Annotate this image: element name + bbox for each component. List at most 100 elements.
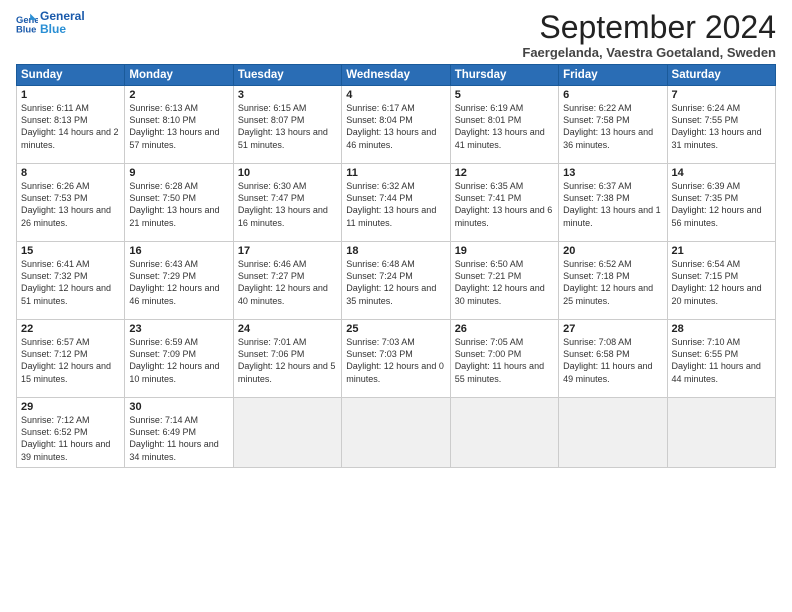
logo-line2: Blue — [40, 23, 85, 36]
table-cell: 26Sunrise: 7:05 AMSunset: 7:00 PMDayligh… — [450, 320, 558, 398]
day-detail: Sunrise: 7:01 AMSunset: 7:06 PMDaylight:… — [238, 336, 337, 385]
day-detail: Sunrise: 6:46 AMSunset: 7:27 PMDaylight:… — [238, 258, 337, 307]
table-cell: 14Sunrise: 6:39 AMSunset: 7:35 PMDayligh… — [667, 164, 775, 242]
day-number: 12 — [455, 167, 554, 179]
table-cell: 25Sunrise: 7:03 AMSunset: 7:03 PMDayligh… — [342, 320, 450, 398]
day-number: 2 — [129, 89, 228, 101]
day-detail: Sunrise: 6:17 AMSunset: 8:04 PMDaylight:… — [346, 102, 445, 151]
col-thu: Thursday — [450, 65, 558, 86]
table-cell: 20Sunrise: 6:52 AMSunset: 7:18 PMDayligh… — [559, 242, 667, 320]
table-cell: 4Sunrise: 6:17 AMSunset: 8:04 PMDaylight… — [342, 86, 450, 164]
table-cell: 11Sunrise: 6:32 AMSunset: 7:44 PMDayligh… — [342, 164, 450, 242]
table-cell — [342, 398, 450, 468]
table-cell: 22Sunrise: 6:57 AMSunset: 7:12 PMDayligh… — [17, 320, 125, 398]
day-detail: Sunrise: 6:41 AMSunset: 7:32 PMDaylight:… — [21, 258, 120, 307]
day-detail: Sunrise: 6:54 AMSunset: 7:15 PMDaylight:… — [672, 258, 771, 307]
day-number: 11 — [346, 167, 445, 179]
day-number: 14 — [672, 167, 771, 179]
day-detail: Sunrise: 6:13 AMSunset: 8:10 PMDaylight:… — [129, 102, 228, 151]
svg-text:Blue: Blue — [16, 24, 36, 35]
day-detail: Sunrise: 6:24 AMSunset: 7:55 PMDaylight:… — [672, 102, 771, 151]
day-number: 24 — [238, 323, 337, 335]
day-number: 13 — [563, 167, 662, 179]
table-row: 1Sunrise: 6:11 AMSunset: 8:13 PMDaylight… — [17, 86, 776, 164]
day-number: 16 — [129, 245, 228, 257]
table-cell — [559, 398, 667, 468]
table-cell — [450, 398, 558, 468]
day-detail: Sunrise: 7:10 AMSunset: 6:55 PMDaylight:… — [672, 336, 771, 385]
day-detail: Sunrise: 6:15 AMSunset: 8:07 PMDaylight:… — [238, 102, 337, 151]
day-number: 19 — [455, 245, 554, 257]
table-cell: 28Sunrise: 7:10 AMSunset: 6:55 PMDayligh… — [667, 320, 775, 398]
table-cell: 9Sunrise: 6:28 AMSunset: 7:50 PMDaylight… — [125, 164, 233, 242]
table-cell — [233, 398, 341, 468]
table-cell: 17Sunrise: 6:46 AMSunset: 7:27 PMDayligh… — [233, 242, 341, 320]
day-number: 5 — [455, 89, 554, 101]
table-cell: 6Sunrise: 6:22 AMSunset: 7:58 PMDaylight… — [559, 86, 667, 164]
day-detail: Sunrise: 6:43 AMSunset: 7:29 PMDaylight:… — [129, 258, 228, 307]
calendar-page: General Blue General Blue September 2024… — [0, 0, 792, 612]
day-detail: Sunrise: 6:28 AMSunset: 7:50 PMDaylight:… — [129, 180, 228, 229]
day-number: 26 — [455, 323, 554, 335]
month-title: September 2024 — [522, 10, 776, 45]
day-number: 29 — [21, 401, 120, 413]
table-cell: 24Sunrise: 7:01 AMSunset: 7:06 PMDayligh… — [233, 320, 341, 398]
logo-text: General Blue — [40, 10, 85, 36]
table-cell: 8Sunrise: 6:26 AMSunset: 7:53 PMDaylight… — [17, 164, 125, 242]
day-number: 27 — [563, 323, 662, 335]
table-cell: 5Sunrise: 6:19 AMSunset: 8:01 PMDaylight… — [450, 86, 558, 164]
table-cell: 21Sunrise: 6:54 AMSunset: 7:15 PMDayligh… — [667, 242, 775, 320]
header: General Blue General Blue September 2024… — [16, 10, 776, 60]
day-detail: Sunrise: 7:12 AMSunset: 6:52 PMDaylight:… — [21, 414, 120, 463]
day-detail: Sunrise: 6:22 AMSunset: 7:58 PMDaylight:… — [563, 102, 662, 151]
table-cell: 7Sunrise: 6:24 AMSunset: 7:55 PMDaylight… — [667, 86, 775, 164]
header-row: Sunday Monday Tuesday Wednesday Thursday… — [17, 65, 776, 86]
table-cell: 30Sunrise: 7:14 AMSunset: 6:49 PMDayligh… — [125, 398, 233, 468]
day-number: 30 — [129, 401, 228, 413]
table-cell: 16Sunrise: 6:43 AMSunset: 7:29 PMDayligh… — [125, 242, 233, 320]
day-number: 22 — [21, 323, 120, 335]
table-row: 22Sunrise: 6:57 AMSunset: 7:12 PMDayligh… — [17, 320, 776, 398]
table-cell: 19Sunrise: 6:50 AMSunset: 7:21 PMDayligh… — [450, 242, 558, 320]
day-number: 3 — [238, 89, 337, 101]
day-detail: Sunrise: 7:03 AMSunset: 7:03 PMDaylight:… — [346, 336, 445, 385]
day-detail: Sunrise: 7:14 AMSunset: 6:49 PMDaylight:… — [129, 414, 228, 463]
day-number: 7 — [672, 89, 771, 101]
day-number: 28 — [672, 323, 771, 335]
logo-icon: General Blue — [16, 12, 38, 34]
day-detail: Sunrise: 6:11 AMSunset: 8:13 PMDaylight:… — [21, 102, 120, 151]
table-cell: 18Sunrise: 6:48 AMSunset: 7:24 PMDayligh… — [342, 242, 450, 320]
table-cell: 3Sunrise: 6:15 AMSunset: 8:07 PMDaylight… — [233, 86, 341, 164]
day-detail: Sunrise: 6:30 AMSunset: 7:47 PMDaylight:… — [238, 180, 337, 229]
day-number: 23 — [129, 323, 228, 335]
table-cell: 1Sunrise: 6:11 AMSunset: 8:13 PMDaylight… — [17, 86, 125, 164]
table-cell — [667, 398, 775, 468]
table-row: 15Sunrise: 6:41 AMSunset: 7:32 PMDayligh… — [17, 242, 776, 320]
table-cell: 12Sunrise: 6:35 AMSunset: 7:41 PMDayligh… — [450, 164, 558, 242]
day-number: 15 — [21, 245, 120, 257]
col-wed: Wednesday — [342, 65, 450, 86]
day-detail: Sunrise: 6:35 AMSunset: 7:41 PMDaylight:… — [455, 180, 554, 229]
day-detail: Sunrise: 6:32 AMSunset: 7:44 PMDaylight:… — [346, 180, 445, 229]
day-number: 4 — [346, 89, 445, 101]
day-detail: Sunrise: 6:39 AMSunset: 7:35 PMDaylight:… — [672, 180, 771, 229]
day-detail: Sunrise: 7:05 AMSunset: 7:00 PMDaylight:… — [455, 336, 554, 385]
logo: General Blue General Blue — [16, 10, 85, 36]
day-number: 1 — [21, 89, 120, 101]
title-block: September 2024 Faergelanda, Vaestra Goet… — [522, 10, 776, 60]
calendar-table: Sunday Monday Tuesday Wednesday Thursday… — [16, 64, 776, 468]
day-detail: Sunrise: 6:26 AMSunset: 7:53 PMDaylight:… — [21, 180, 120, 229]
col-tue: Tuesday — [233, 65, 341, 86]
table-cell: 15Sunrise: 6:41 AMSunset: 7:32 PMDayligh… — [17, 242, 125, 320]
day-number: 6 — [563, 89, 662, 101]
day-detail: Sunrise: 6:52 AMSunset: 7:18 PMDaylight:… — [563, 258, 662, 307]
table-cell: 23Sunrise: 6:59 AMSunset: 7:09 PMDayligh… — [125, 320, 233, 398]
day-detail: Sunrise: 6:48 AMSunset: 7:24 PMDaylight:… — [346, 258, 445, 307]
day-detail: Sunrise: 6:59 AMSunset: 7:09 PMDaylight:… — [129, 336, 228, 385]
day-number: 21 — [672, 245, 771, 257]
day-detail: Sunrise: 6:57 AMSunset: 7:12 PMDaylight:… — [21, 336, 120, 385]
day-number: 8 — [21, 167, 120, 179]
col-fri: Friday — [559, 65, 667, 86]
table-cell: 2Sunrise: 6:13 AMSunset: 8:10 PMDaylight… — [125, 86, 233, 164]
day-number: 20 — [563, 245, 662, 257]
